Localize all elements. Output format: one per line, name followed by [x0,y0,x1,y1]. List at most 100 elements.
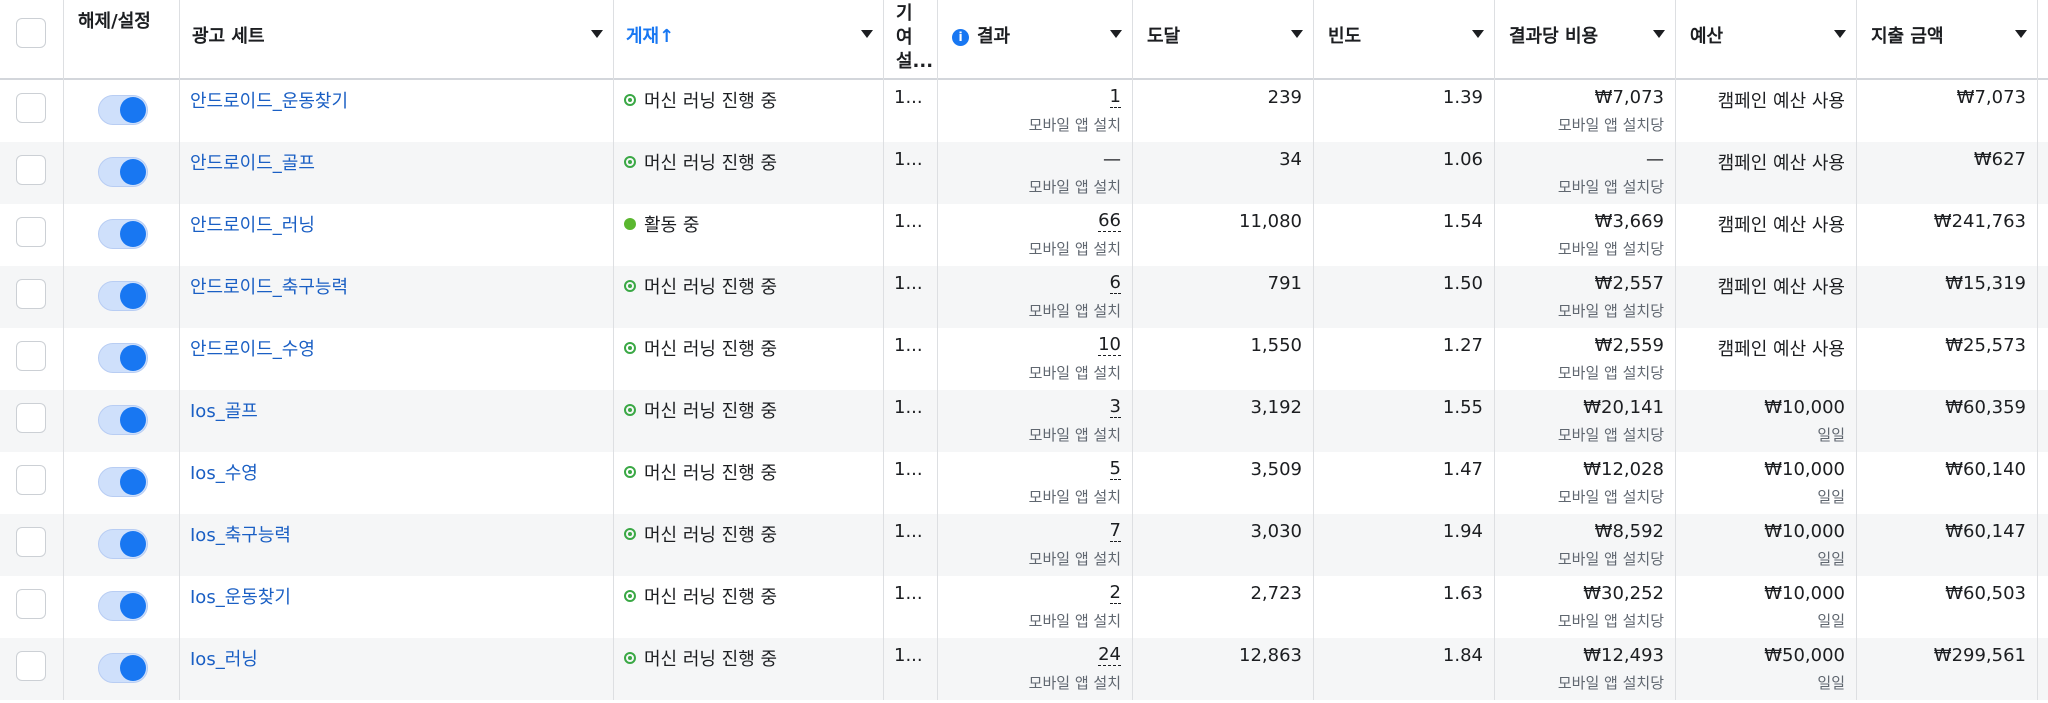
select-all-checkbox[interactable] [16,18,46,48]
adset-toggle[interactable] [98,281,148,311]
budget-value[interactable]: ₩10,000 [1764,459,1845,480]
row-spend-cell: ₩15,319 [1857,266,2038,328]
table-row[interactable]: 안드로이드_골프 머신 러닝 진행 중 1... — 모바일 앱 설치 34 1… [0,142,2048,204]
row-spend-cell: ₩299,561 [1857,638,2038,700]
reach-value: 11,080 [1239,211,1302,232]
row-checkbox[interactable] [16,217,46,247]
frequency-value: 1.50 [1442,273,1483,294]
adset-name-link[interactable]: Ios_수영 [190,459,258,485]
header-spend-col[interactable]: 지출 금액 [1857,0,2038,80]
row-checkbox[interactable] [16,93,46,123]
row-checkbox[interactable] [16,589,46,619]
adset-toggle[interactable] [98,219,148,249]
row-spend-cell: ₩627 [1857,142,2038,204]
sort-caret-icon[interactable] [1653,30,1665,38]
results-value[interactable]: 6 [1109,273,1121,294]
sort-caret-icon[interactable] [1110,30,1122,38]
attribution-value: 1... [894,149,923,170]
row-results-cell: 3 모바일 앱 설치 [938,390,1133,452]
row-checkbox[interactable] [16,403,46,433]
adset-toggle[interactable] [98,343,148,373]
adset-name-link[interactable]: 안드로이드_수영 [190,335,315,361]
table-row[interactable]: 안드로이드_운동찾기 머신 러닝 진행 중 1... 1 모바일 앱 설치 23… [0,80,2048,142]
sort-caret-icon[interactable] [1291,30,1303,38]
sort-caret-icon[interactable] [1472,30,1484,38]
budget-value[interactable]: ₩10,000 [1764,397,1845,418]
header-cost-col[interactable]: 결과당 비용 [1495,0,1676,80]
adset-toggle[interactable] [98,529,148,559]
attribution-value: 1... [894,273,923,294]
sort-caret-icon[interactable] [861,30,873,38]
table-row[interactable]: Ios_골프 머신 러닝 진행 중 1... 3 모바일 앱 설치 3,192 … [0,390,2048,452]
adset-name-link[interactable]: Ios_운동찾기 [190,583,291,609]
cost-value: ₩8,592 [1594,521,1664,542]
adset-name-link[interactable]: 안드로이드_러닝 [190,211,315,237]
results-value[interactable]: 66 [1098,211,1121,232]
adset-name-link[interactable]: Ios_축구능력 [190,521,291,547]
row-checkbox[interactable] [16,341,46,371]
budget-value[interactable]: 캠페인 예산 사용 [1718,87,1845,113]
adset-name-link[interactable]: 안드로이드_골프 [190,149,315,175]
results-value[interactable]: 5 [1109,459,1121,480]
results-value[interactable]: 10 [1098,335,1121,356]
sort-caret-icon[interactable] [1834,30,1846,38]
table-row[interactable]: Ios_러닝 머신 러닝 진행 중 1... 24 모바일 앱 설치 12,86… [0,638,2048,700]
table-row[interactable]: 안드로이드_수영 머신 러닝 진행 중 1... 10 모바일 앱 설치 1,5… [0,328,2048,390]
budget-value[interactable]: 캠페인 예산 사용 [1718,211,1845,237]
row-frequency-cell: 1.50 [1314,266,1495,328]
results-value[interactable]: 3 [1109,397,1121,418]
budget-value[interactable]: ₩10,000 [1764,583,1845,604]
info-icon[interactable]: i [952,29,969,46]
adset-toggle[interactable] [98,157,148,187]
header-budget-col[interactable]: 예산 [1676,0,1857,80]
attribution-value: 1... [894,521,923,542]
adset-name-link[interactable]: Ios_골프 [190,397,258,423]
row-checkbox[interactable] [16,527,46,557]
row-checkbox[interactable] [16,279,46,309]
budget-value[interactable]: ₩10,000 [1764,521,1845,542]
row-checkbox[interactable] [16,651,46,681]
header-results-col[interactable]: i 결과 [938,0,1133,80]
sort-caret-icon[interactable] [2015,30,2027,38]
header-delivery-col[interactable]: 게재↑ [614,0,884,80]
adset-name-link[interactable]: 안드로이드_축구능력 [190,273,348,299]
table-row[interactable]: Ios_수영 머신 러닝 진행 중 1... 5 모바일 앱 설치 3,509 … [0,452,2048,514]
header-spend-label: 지출 금액 [1871,26,1944,47]
adset-toggle[interactable] [98,405,148,435]
row-spend-cell: ₩25,573 [1857,328,2038,390]
results-value[interactable]: 1 [1109,87,1121,108]
cost-label: 모바일 앱 설치당 [1557,302,1664,320]
header-frequency-col[interactable]: 빈도 [1314,0,1495,80]
adsets-table: 해제/설정 광고 세트 게재↑ 기여설... i결과 도달 빈도 결과당 비용 [0,0,2048,703]
header-toggle-col[interactable]: 해제/설정 [64,0,180,80]
results-value[interactable]: — [1103,149,1121,170]
results-label: 모바일 앱 설치 [1028,178,1121,196]
budget-value[interactable]: ₩50,000 [1764,645,1845,666]
row-checkbox[interactable] [16,465,46,495]
header-toggle-label: 해제/설정 [78,11,151,32]
budget-value[interactable]: 캠페인 예산 사용 [1718,149,1845,175]
spend-value: ₩241,763 [1933,211,2026,232]
table-row[interactable]: 안드로이드_축구능력 머신 러닝 진행 중 1... 6 모바일 앱 설치 79… [0,266,2048,328]
adset-toggle[interactable] [98,467,148,497]
header-adset-col[interactable]: 광고 세트 [180,0,614,80]
results-value[interactable]: 24 [1098,645,1121,666]
adset-name-link[interactable]: 안드로이드_운동찾기 [190,87,348,113]
adset-name-link[interactable]: Ios_러닝 [190,645,258,671]
table-row[interactable]: Ios_축구능력 머신 러닝 진행 중 1... 7 모바일 앱 설치 3,03… [0,514,2048,576]
sort-caret-icon[interactable] [591,30,603,38]
adset-toggle[interactable] [98,591,148,621]
adset-toggle[interactable] [98,95,148,125]
results-value[interactable]: 2 [1109,583,1121,604]
header-attribution-col[interactable]: 기여설... [884,0,938,80]
row-checkbox[interactable] [16,155,46,185]
budget-value[interactable]: 캠페인 예산 사용 [1718,335,1845,361]
cost-label: 모바일 앱 설치당 [1557,612,1664,630]
budget-value[interactable]: 캠페인 예산 사용 [1718,273,1845,299]
header-reach-col[interactable]: 도달 [1133,0,1314,80]
cost-label: 모바일 앱 설치당 [1557,116,1664,134]
table-row[interactable]: 안드로이드_러닝 활동 중 1... 66 모바일 앱 설치 11,080 1.… [0,204,2048,266]
results-value[interactable]: 7 [1109,521,1121,542]
adset-toggle[interactable] [98,653,148,683]
table-row[interactable]: Ios_운동찾기 머신 러닝 진행 중 1... 2 모바일 앱 설치 2,72… [0,576,2048,638]
